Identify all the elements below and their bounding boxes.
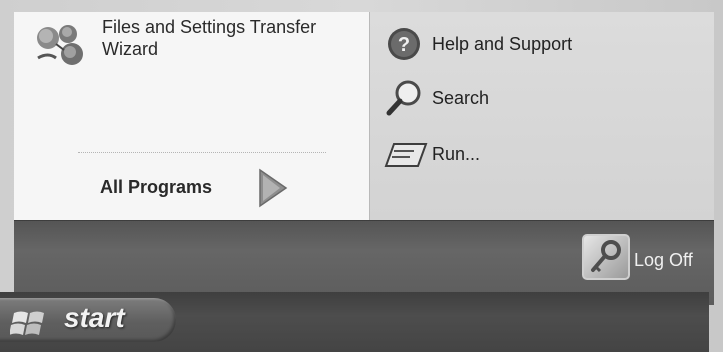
run-label: Run... [432, 144, 481, 164]
help-and-support-item[interactable]: ? Help and Support [370, 20, 714, 70]
start-menu-left-panel: Files and Settings Transfer Wizard All P… [14, 12, 370, 220]
separator [78, 152, 326, 153]
log-off-label: Log Off [634, 250, 693, 270]
all-programs-button[interactable]: All Programs [84, 162, 304, 212]
search-icon [386, 80, 421, 116]
help-and-support-label: Help and Support [432, 34, 573, 54]
search-label: Search [432, 88, 490, 108]
log-off-icon [582, 234, 630, 280]
windows-logo-icon [10, 311, 44, 335]
pinned-item-label: Files and Settings Transfer Wizard [102, 17, 317, 59]
help-icon: ? [388, 28, 420, 60]
run-icon [384, 143, 428, 167]
taskbar: start [0, 292, 709, 352]
files-settings-transfer-icon [37, 25, 83, 65]
run-item[interactable]: Run... [370, 130, 714, 180]
log-off-button[interactable]: Log Off [574, 228, 714, 288]
start-menu-right-panel: ? Help and Support Search Run... [370, 12, 714, 220]
all-programs-label: All Programs [100, 177, 213, 197]
svg-text:?: ? [398, 34, 410, 56]
start-label: start [64, 302, 125, 333]
arrow-right-icon [259, 168, 288, 208]
pinned-item-files-settings-transfer-wizard[interactable]: Files and Settings Transfer Wizard [14, 12, 369, 82]
search-item[interactable]: Search [370, 74, 714, 124]
start-button[interactable]: start [0, 298, 176, 342]
